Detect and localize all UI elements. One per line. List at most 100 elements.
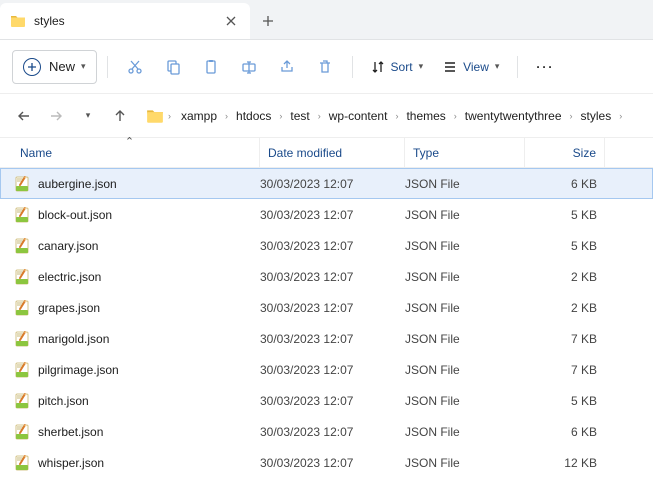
file-row[interactable]: sherbet.json30/03/2023 12:07JSON File6 K… <box>0 416 653 447</box>
column-name[interactable]: Name <box>0 138 260 167</box>
file-size: 5 KB <box>525 239 597 253</box>
chevron-right-icon: › <box>617 111 624 121</box>
chevron-right-icon: › <box>277 111 284 121</box>
chevron-right-icon: › <box>568 111 575 121</box>
sort-button[interactable]: Sort ▾ <box>363 50 432 84</box>
separator <box>517 56 518 78</box>
file-row[interactable]: electric.json30/03/2023 12:07JSON File2 … <box>0 261 653 292</box>
file-row[interactable]: pitch.json30/03/2023 12:07JSON File5 KB <box>0 385 653 416</box>
arrow-up-icon <box>113 109 127 123</box>
clipboard-icon <box>203 59 219 75</box>
file-type: JSON File <box>405 363 525 377</box>
file-type: JSON File <box>405 208 525 222</box>
file-row[interactable]: grapes.json30/03/2023 12:07JSON File2 KB <box>0 292 653 323</box>
file-row[interactable]: canary.json30/03/2023 12:07JSON File5 KB <box>0 230 653 261</box>
separator <box>352 56 353 78</box>
json-file-icon <box>14 207 30 223</box>
file-date: 30/03/2023 12:07 <box>260 270 405 284</box>
file-list: aubergine.json30/03/2023 12:07JSON File6… <box>0 168 653 478</box>
close-icon <box>226 16 236 26</box>
more-button[interactable]: ··· <box>528 50 562 84</box>
file-row[interactable]: aubergine.json30/03/2023 12:07JSON File6… <box>0 168 653 199</box>
json-file-icon <box>14 393 30 409</box>
file-type: JSON File <box>405 394 525 408</box>
file-date: 30/03/2023 12:07 <box>260 177 405 191</box>
file-name: canary.json <box>38 239 260 253</box>
column-type[interactable]: Type <box>405 138 525 167</box>
chevron-down-icon: ▾ <box>419 61 424 72</box>
arrow-left-icon <box>17 109 31 123</box>
cut-button[interactable] <box>118 50 152 84</box>
column-date[interactable]: Date modified <box>260 138 405 167</box>
json-file-icon <box>14 176 30 192</box>
chevron-right-icon: › <box>166 111 173 121</box>
separator <box>107 56 108 78</box>
new-button[interactable]: New ▾ <box>12 50 97 84</box>
json-file-icon <box>14 455 30 471</box>
up-button[interactable] <box>106 102 134 130</box>
file-type: JSON File <box>405 177 525 191</box>
file-row[interactable]: whisper.json30/03/2023 12:07JSON File12 … <box>0 447 653 478</box>
copy-icon <box>165 59 181 75</box>
file-date: 30/03/2023 12:07 <box>260 394 405 408</box>
file-name: aubergine.json <box>38 177 260 191</box>
recent-button[interactable]: ▾ <box>74 102 102 130</box>
file-size: 5 KB <box>525 208 597 222</box>
breadcrumb-item[interactable]: twentytwentythree <box>459 105 568 127</box>
chevron-down-icon: ▾ <box>86 110 91 121</box>
json-file-icon <box>14 424 30 440</box>
chevron-down-icon: ▾ <box>495 61 500 72</box>
arrow-right-icon <box>49 109 63 123</box>
breadcrumb: › xampp›htdocs›test›wp-content›themes›tw… <box>146 105 624 127</box>
column-headers: Name Date modified Type Size <box>0 138 653 168</box>
rename-icon <box>241 59 257 75</box>
file-date: 30/03/2023 12:07 <box>260 208 405 222</box>
copy-button[interactable] <box>156 50 190 84</box>
forward-button[interactable] <box>42 102 70 130</box>
tab-bar: styles <box>0 0 653 40</box>
json-file-icon <box>14 300 30 316</box>
navigation-bar: ▾ › xampp›htdocs›test›wp-content›themes›… <box>0 94 653 138</box>
share-button[interactable] <box>270 50 304 84</box>
back-button[interactable] <box>10 102 38 130</box>
file-type: JSON File <box>405 332 525 346</box>
new-label: New <box>49 59 75 74</box>
view-icon <box>443 60 457 74</box>
file-name: grapes.json <box>38 301 260 315</box>
view-label: View <box>463 60 489 74</box>
delete-button[interactable] <box>308 50 342 84</box>
file-type: JSON File <box>405 456 525 470</box>
breadcrumb-item[interactable]: themes <box>400 105 451 127</box>
close-tab-button[interactable] <box>222 12 240 30</box>
breadcrumb-item[interactable]: test <box>284 105 315 127</box>
plus-icon <box>262 15 274 27</box>
file-row[interactable]: block-out.json30/03/2023 12:07JSON File5… <box>0 199 653 230</box>
view-button[interactable]: View ▾ <box>435 50 507 84</box>
breadcrumb-item[interactable]: htdocs <box>230 105 277 127</box>
file-type: JSON File <box>405 270 525 284</box>
file-name: pitch.json <box>38 394 260 408</box>
column-size[interactable]: Size <box>525 138 605 167</box>
chevron-right-icon: › <box>393 111 400 121</box>
new-tab-button[interactable] <box>250 3 286 39</box>
file-date: 30/03/2023 12:07 <box>260 456 405 470</box>
file-name: electric.json <box>38 270 260 284</box>
file-type: JSON File <box>405 301 525 315</box>
scissors-icon <box>127 59 143 75</box>
json-file-icon <box>14 331 30 347</box>
share-icon <box>279 59 295 75</box>
ellipsis-icon: ··· <box>536 60 554 74</box>
rename-button[interactable] <box>232 50 266 84</box>
folder-icon <box>10 13 26 29</box>
breadcrumb-item[interactable]: wp-content <box>323 105 394 127</box>
file-name: pilgrimage.json <box>38 363 260 377</box>
file-row[interactable]: marigold.json30/03/2023 12:07JSON File7 … <box>0 323 653 354</box>
tab-styles[interactable]: styles <box>0 3 250 39</box>
file-row[interactable]: pilgrimage.json30/03/2023 12:07JSON File… <box>0 354 653 385</box>
json-file-icon <box>14 362 30 378</box>
breadcrumb-item[interactable]: styles <box>575 105 618 127</box>
breadcrumb-item[interactable]: xampp <box>175 105 223 127</box>
file-size: 2 KB <box>525 270 597 284</box>
paste-button[interactable] <box>194 50 228 84</box>
trash-icon <box>317 59 333 75</box>
